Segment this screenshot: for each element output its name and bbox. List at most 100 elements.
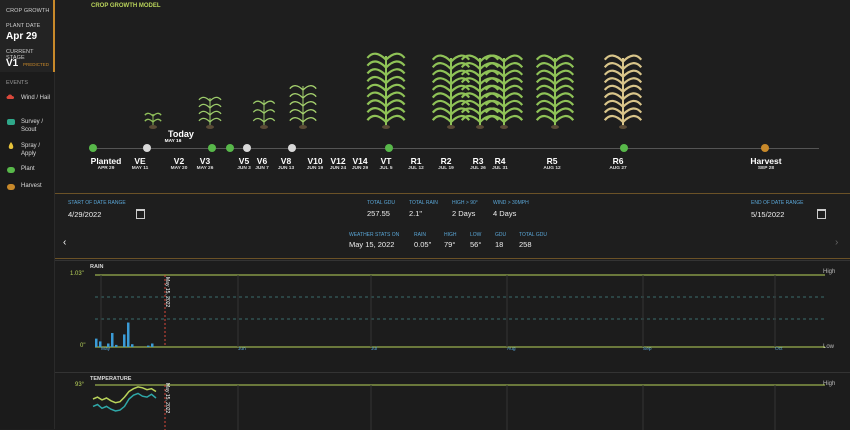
timeline-event-marker[interactable] <box>761 144 769 152</box>
today-label: Today <box>168 129 194 139</box>
event-label: Spray / Apply <box>21 143 41 157</box>
stage-label[interactable]: R4 <box>495 156 506 166</box>
stage-date: APR 29 <box>97 166 115 171</box>
total-rain-label: TOTAL RAIN <box>409 200 438 206</box>
stage-label[interactable]: V6 <box>257 156 267 166</box>
timeline-event-marker[interactable] <box>620 144 628 152</box>
rain-bar[interactable] <box>131 344 134 347</box>
stage-date: JUL 19 <box>438 166 454 171</box>
timeline-event-marker[interactable] <box>89 144 97 152</box>
event-wind-hail[interactable]: Wind / Hail <box>6 94 51 102</box>
rain-bar[interactable] <box>147 345 150 347</box>
event-survey-scout[interactable]: Survey / Scout <box>6 118 51 134</box>
stage-label[interactable]: V2 <box>174 156 184 166</box>
event-plant[interactable]: Plant <box>6 166 35 174</box>
sidebar: CROP GROWTH PLANT DATE Apr 29 CURRENT ST… <box>0 0 55 429</box>
start-date-label: START OF DATE RANGE <box>68 200 126 206</box>
end-calendar-icon[interactable] <box>817 209 826 219</box>
crop-summary-card[interactable]: CROP GROWTH PLANT DATE Apr 29 CURRENT ST… <box>0 0 55 72</box>
rain-value: 0.05" <box>414 240 432 249</box>
rain-bar[interactable] <box>123 334 126 347</box>
timeline-event-marker[interactable] <box>226 144 234 152</box>
wind-hail-icon <box>6 94 15 99</box>
corn-plant <box>144 112 162 129</box>
end-date-input[interactable]: 5/15/2022 <box>751 210 784 219</box>
high-label: HIGH <box>444 232 457 238</box>
stage-date: JUN 3 <box>237 166 251 171</box>
total-gdu-value: 257.55 <box>367 209 390 218</box>
event-harvest[interactable]: Harvest <box>6 183 42 191</box>
plant-date-label: PLANT DATE <box>6 23 41 29</box>
corn-plant <box>366 52 406 129</box>
rain-bar[interactable] <box>95 338 98 347</box>
high-over-90-value: 2 Days <box>452 209 476 218</box>
month-tick-label: May <box>101 347 111 352</box>
stage-date: JUN 24 <box>329 166 347 171</box>
corn-plant <box>289 85 317 129</box>
end-date-label: END OF DATE RANGE <box>751 200 804 206</box>
high-over-90-label: HIGH > 90° <box>452 200 478 206</box>
total-rain-value: 2.1" <box>409 209 423 218</box>
temperature-chart-panel: TEMPERATURE 93° High May 15, 2022 <box>55 372 850 430</box>
total-gdu-day-label: TOTAL GDU <box>519 232 547 238</box>
rain-bar[interactable] <box>111 333 114 347</box>
stage-date: MAY 11 <box>131 166 149 171</box>
corn-plant <box>535 54 575 129</box>
plant-date-value: Apr 29 <box>6 31 38 42</box>
stage-label[interactable]: V3 <box>200 156 210 166</box>
timeline-event-marker[interactable] <box>243 144 251 152</box>
event-spray-apply[interactable]: Spray / Apply <box>6 142 51 158</box>
rain-chart-panel: RAIN 1.03" 0" High Low May 15, 2022 May J… <box>55 260 850 372</box>
temperature-chart <box>92 384 825 430</box>
start-date-input[interactable]: 4/29/2022 <box>68 210 101 219</box>
start-calendar-icon[interactable] <box>136 209 145 219</box>
timeline-event-marker[interactable] <box>288 144 296 152</box>
stage-label[interactable]: V5 <box>239 156 249 166</box>
total-gdu-label: TOTAL GDU <box>367 200 395 206</box>
stage-date: JUN 7 <box>255 166 269 171</box>
stage-label[interactable]: V14 <box>352 156 367 166</box>
section-divider <box>55 193 850 194</box>
stage-label[interactable]: Planted <box>91 156 122 166</box>
rain-bar[interactable] <box>115 344 118 347</box>
rain-bar[interactable] <box>151 343 154 347</box>
stage-date: JUN 19 <box>306 166 324 171</box>
stage-label[interactable]: R5 <box>547 156 558 166</box>
today-date: MAY 16 <box>164 139 182 144</box>
stage-label[interactable]: Harvest <box>750 156 781 166</box>
stage-label[interactable]: VE <box>134 156 145 166</box>
section-divider <box>55 258 850 259</box>
weather-stats-on-label: WEATHER STATS ON <box>349 232 400 238</box>
stage-label[interactable]: V10 <box>307 156 322 166</box>
timeline-event-marker[interactable] <box>143 144 151 152</box>
plant-icon <box>7 167 15 173</box>
timeline-event-marker[interactable] <box>208 144 216 152</box>
harvest-icon <box>7 184 15 190</box>
rain-today-marker: May 15, 2022 <box>164 277 170 308</box>
stage-date: MAY 26 <box>196 166 214 171</box>
timeline-event-marker[interactable] <box>385 144 393 152</box>
stage-label[interactable]: R1 <box>411 156 422 166</box>
temperature-series-line <box>92 386 157 404</box>
stage-date: MAY 20 <box>170 166 188 171</box>
stage-label[interactable]: V12 <box>330 156 345 166</box>
stage-label[interactable]: R3 <box>473 156 484 166</box>
rain-bar[interactable] <box>127 322 130 347</box>
corn-plant <box>603 54 643 129</box>
chevron-left-icon[interactable]: ‹ <box>63 237 66 248</box>
stage-label[interactable]: R6 <box>613 156 624 166</box>
event-label: Survey / Scout <box>21 119 44 133</box>
stage-label[interactable]: V8 <box>281 156 291 166</box>
low-value: 56° <box>470 240 482 249</box>
stage-label[interactable]: R2 <box>441 156 452 166</box>
wind-over-30-label: WIND > 30MPH <box>493 200 529 206</box>
stage-date: JUL 31 <box>492 166 508 171</box>
crop-plants-illustration <box>144 52 643 129</box>
rain-chart <box>95 274 825 348</box>
current-stage-value: V1 <box>6 58 19 69</box>
chevron-right-icon[interactable]: › <box>835 237 838 248</box>
stage-label[interactable]: VT <box>381 156 392 166</box>
month-tick-label: Aug <box>507 347 516 352</box>
low-label: LOW <box>470 232 482 238</box>
weather-stats-on-value: May 15, 2022 <box>349 240 395 249</box>
